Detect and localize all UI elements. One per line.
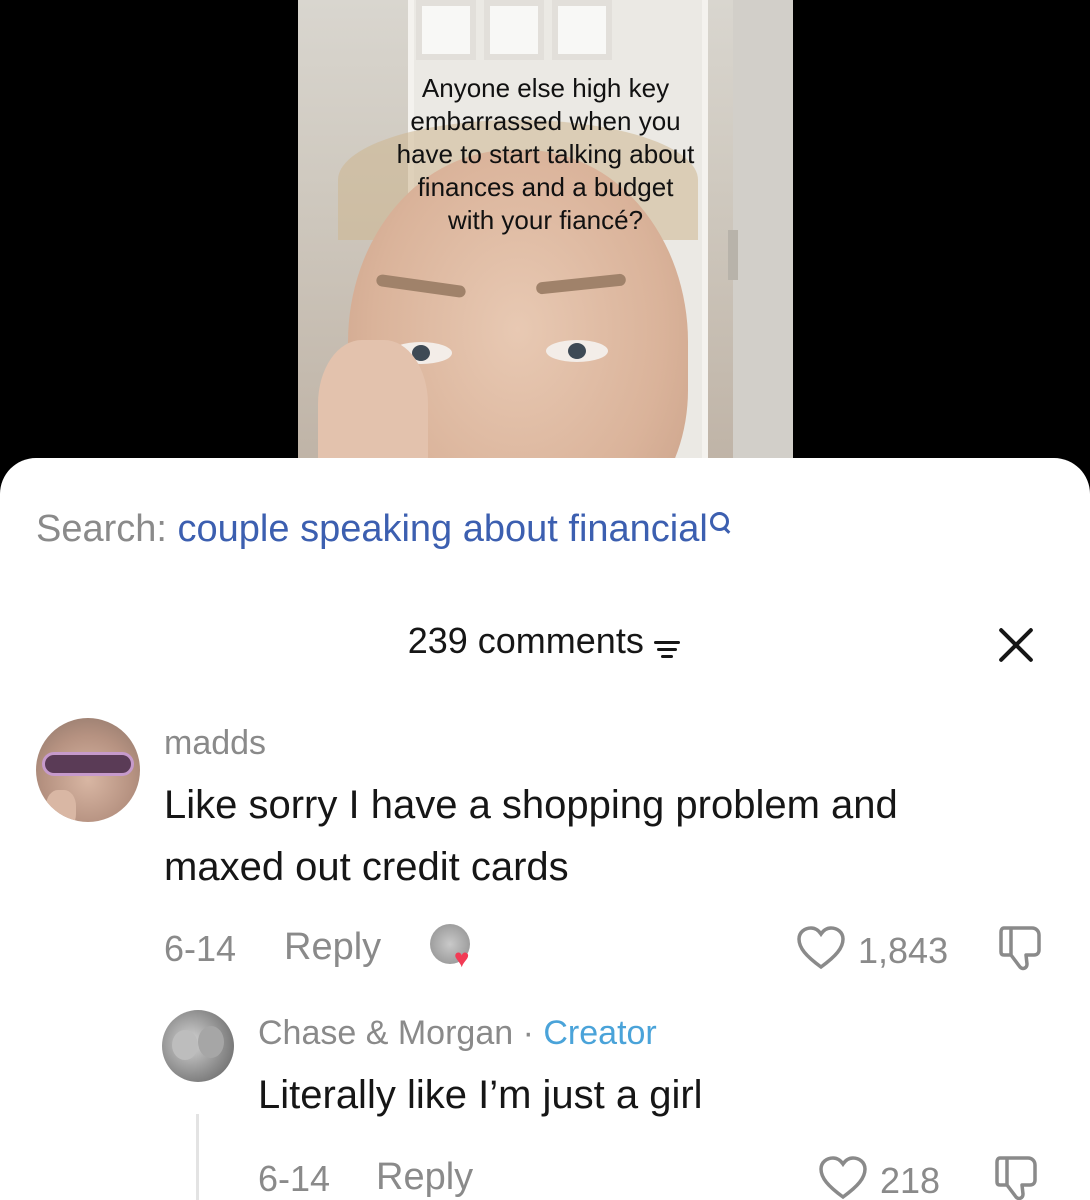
heart-icon: ♥ xyxy=(454,943,470,973)
search-suggestion[interactable]: Search: couple speaking about financial xyxy=(36,508,732,551)
caption-line: have to start talking about xyxy=(396,139,695,169)
close-icon[interactable] xyxy=(996,624,1036,664)
reply-username[interactable]: Chase & Morgan xyxy=(258,1014,513,1052)
filter-icon[interactable] xyxy=(654,637,682,661)
door-window-pane xyxy=(416,0,476,60)
comments-sheet: Search: couple speaking about financial … xyxy=(0,458,1090,1200)
sunglasses xyxy=(42,752,134,776)
like-heart-icon[interactable] xyxy=(818,1156,868,1200)
comments-header: 239 comments xyxy=(0,620,1090,662)
comments-count: 239 comments xyxy=(407,620,644,661)
caption-line: with your fiancé? xyxy=(447,205,644,235)
reply-button[interactable]: Reply xyxy=(284,926,381,969)
caption-line: finances and a budget xyxy=(417,172,674,202)
search-icon[interactable] xyxy=(708,510,732,534)
reply-date: 6-14 xyxy=(258,1158,331,1199)
door-window-pane xyxy=(552,0,612,60)
hand xyxy=(318,340,428,470)
person xyxy=(172,1030,198,1060)
like-count: 1,843 xyxy=(858,930,949,971)
eye xyxy=(546,340,608,362)
video-player[interactable]: Anyone else high key embarrassed when yo… xyxy=(298,0,793,470)
like-count: 218 xyxy=(880,1160,941,1200)
avatar[interactable] xyxy=(36,718,140,822)
caption-line: embarrassed when you xyxy=(410,106,681,136)
door-hinge xyxy=(728,230,738,280)
thread-line xyxy=(196,1114,199,1200)
reply-button[interactable]: Reply xyxy=(376,1156,473,1199)
dislike-icon[interactable] xyxy=(996,924,1044,977)
reply-author-row: Chase & Morgan · Creator xyxy=(258,1014,657,1053)
comment-text: Like sorry I have a shopping problem and… xyxy=(164,774,898,898)
comment-date: 6-14 xyxy=(164,928,237,969)
door-window-pane xyxy=(484,0,544,60)
reply-text: Literally like I’m just a girl xyxy=(258,1073,703,1117)
comment-text-line: Like sorry I have a shopping problem and xyxy=(164,783,898,827)
avatar[interactable] xyxy=(162,1010,234,1082)
caption-line: Anyone else high key xyxy=(421,73,670,103)
liked-by-creator-badge: ♥ xyxy=(430,924,476,971)
comment-username[interactable]: madds xyxy=(164,724,266,763)
video-caption: Anyone else high key embarrassed when yo… xyxy=(298,72,793,237)
like-heart-icon[interactable] xyxy=(796,926,846,970)
search-label: Search: xyxy=(36,508,167,550)
comment-text-line: maxed out credit cards xyxy=(164,845,569,889)
search-term-link[interactable]: couple speaking about financial xyxy=(178,508,708,550)
person xyxy=(198,1026,224,1058)
dislike-icon[interactable] xyxy=(992,1154,1040,1200)
creator-badge: Creator xyxy=(543,1014,657,1052)
separator-dot: · xyxy=(522,1014,534,1052)
hand xyxy=(46,790,76,822)
